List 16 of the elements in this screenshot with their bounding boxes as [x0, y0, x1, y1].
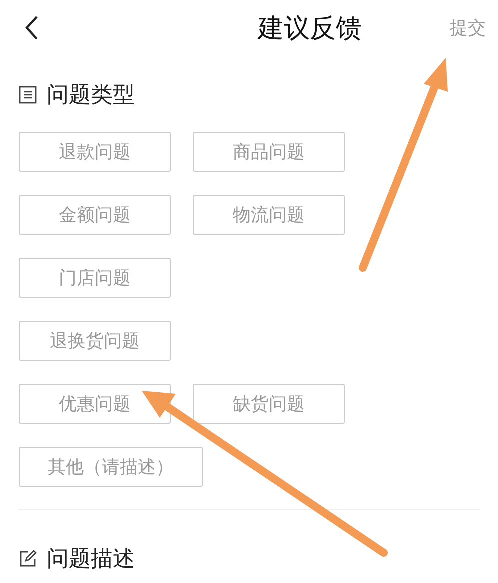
option-tag[interactable]: 缺货问题: [193, 384, 345, 424]
section-title: 问题描述: [47, 546, 135, 574]
option-tag[interactable]: 金额问题: [19, 195, 171, 235]
option-tag[interactable]: 物流问题: [193, 195, 345, 235]
option-tag[interactable]: 商品问题: [193, 132, 345, 172]
option-tag[interactable]: 退换货问题: [19, 321, 171, 361]
page-title: 建议反馈: [258, 12, 362, 46]
list-icon: [19, 86, 37, 104]
edit-icon: [19, 550, 37, 568]
submit-button[interactable]: 提交: [450, 16, 486, 40]
section-title: 问题类型: [47, 82, 135, 110]
option-tag[interactable]: 其他（请描述）: [19, 447, 203, 487]
option-tag[interactable]: 退款问题: [19, 132, 171, 172]
back-button[interactable]: [24, 15, 40, 41]
option-tag[interactable]: 优惠问题: [19, 384, 171, 424]
option-tag[interactable]: 门店问题: [19, 258, 171, 298]
